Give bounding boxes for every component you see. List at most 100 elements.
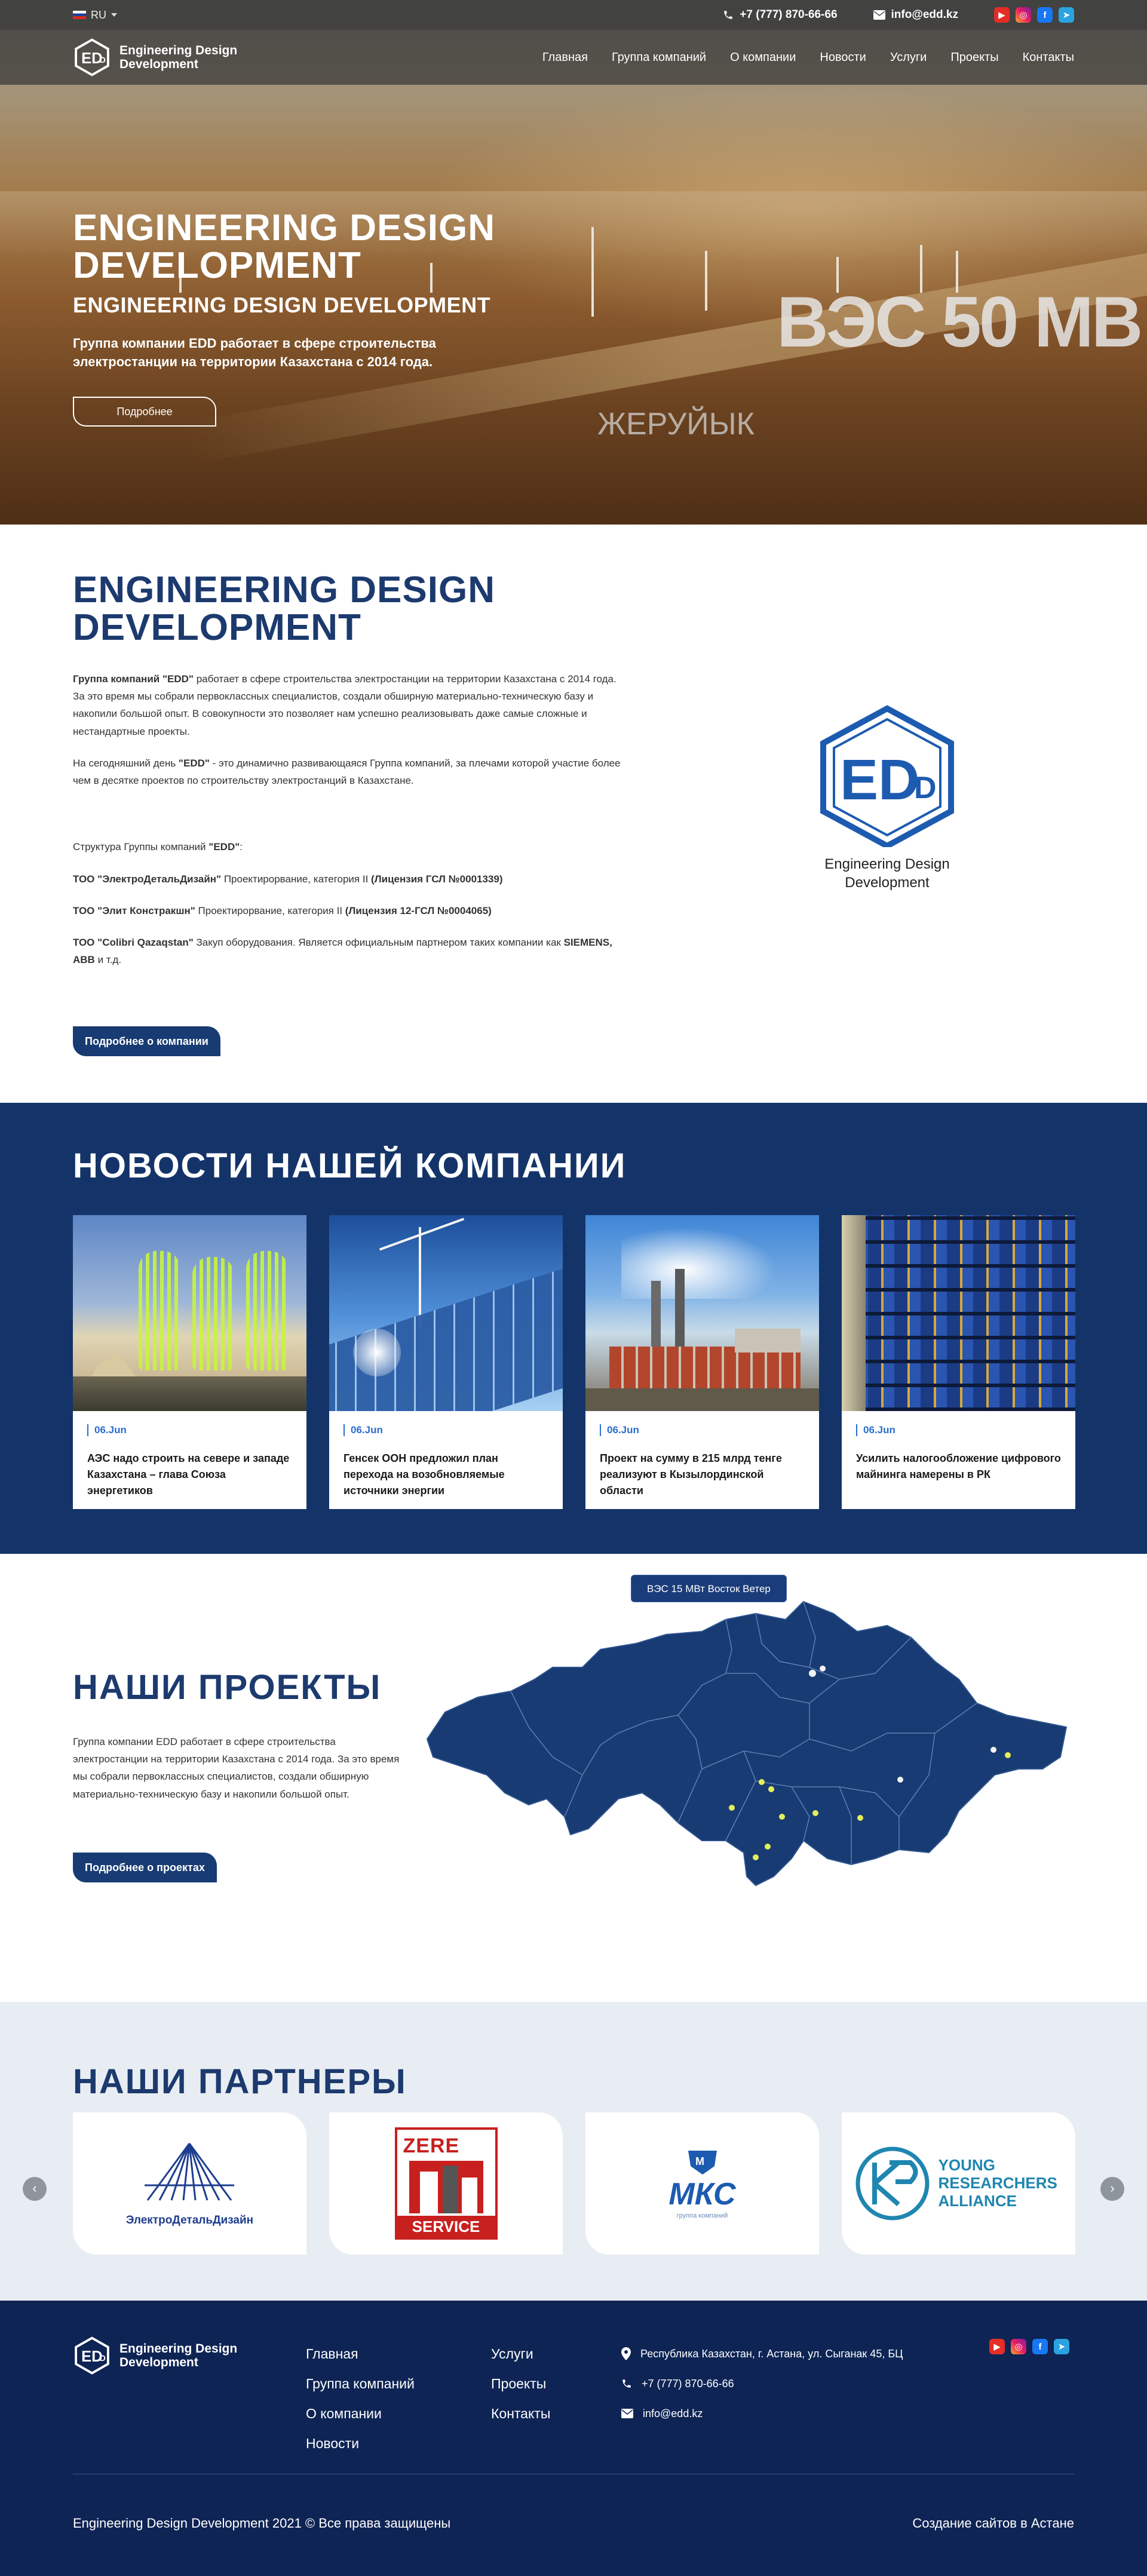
edd-logo-icon: ED D: [75, 2336, 109, 2375]
facebook-icon[interactable]: f: [1032, 2339, 1048, 2354]
about-logo-line-2: Development: [845, 875, 930, 891]
nav-item-news[interactable]: Новости: [820, 51, 866, 65]
news-card[interactable]: 06.Jun АЭС надо строить на севере и запа…: [73, 1215, 306, 1509]
nav-item-projects[interactable]: Проекты: [950, 51, 998, 65]
news-title-text: Генсек ООН предложил план перехода на во…: [344, 1452, 505, 1496]
hero-photo-caption: ЖЕРУЙЫК: [597, 407, 755, 441]
project-marker[interactable]: [1005, 1752, 1011, 1758]
partner-subtitle: группа компаний: [676, 2212, 728, 2219]
project-marker[interactable]: [812, 1810, 818, 1816]
project-marker[interactable]: [820, 1666, 826, 1672]
partners-title: НАШИ ПАРТНЕРЫ: [73, 2062, 407, 2101]
news-date: 06.Jun: [600, 1424, 819, 1436]
footer-nav-col-2: Услуги Проекты Контакты: [491, 2339, 550, 2428]
nav-item-about[interactable]: О компании: [730, 51, 796, 65]
mks-shield-icon: M: [688, 2150, 717, 2175]
footer-link-news[interactable]: Новости: [306, 2428, 415, 2458]
footer-link-home[interactable]: Главная: [306, 2339, 415, 2369]
electrodetaldesign-logo-icon: [145, 2142, 235, 2201]
partner-name-service: SERVICE: [397, 2216, 495, 2237]
project-marker[interactable]: [759, 1779, 765, 1785]
nav-item-contacts[interactable]: Контакты: [1023, 51, 1074, 65]
email-link[interactable]: info@edd.kz: [873, 8, 958, 22]
news-card[interactable]: 06.Jun Проект на сумму в 215 млрд тенге …: [585, 1215, 819, 1509]
projects-more-button[interactable]: Подробнее о проектах: [73, 1853, 217, 1882]
logo-line-2: Development: [119, 57, 198, 71]
youtube-icon[interactable]: ▶: [994, 7, 1010, 23]
phone-icon: [724, 11, 733, 19]
news-image-solar-wind: [329, 1215, 563, 1411]
email-text: info@edd.kz: [891, 8, 958, 21]
project-marker[interactable]: [990, 1747, 996, 1753]
facebook-icon[interactable]: f: [1037, 7, 1053, 23]
footer-socials: ▶ ◎ f ➤: [989, 2339, 1069, 2354]
footer-contacts: Республика Казахстан, г. Астана, ул. Сыг…: [621, 2339, 903, 2428]
about-more-button[interactable]: Подробнее о компании: [73, 1026, 220, 1056]
footer-logo[interactable]: ED D Engineering Design Development: [73, 2336, 237, 2375]
wind-turbine-icon: [705, 251, 707, 311]
hero-subtitle: ENGINEERING DESIGN DEVELOPMENT: [73, 293, 491, 318]
edd-logo-icon: ED D: [820, 705, 954, 850]
header-logo[interactable]: ED D Engineering Design Development: [73, 38, 237, 76]
project-marker[interactable]: [779, 1814, 785, 1820]
footer-link-group[interactable]: Группа компаний: [306, 2369, 415, 2399]
carousel-next-button[interactable]: ›: [1100, 2177, 1124, 2201]
project-marker[interactable]: [768, 1786, 774, 1792]
project-marker[interactable]: [765, 1844, 771, 1850]
carousel-prev-button[interactable]: ‹: [23, 2177, 47, 2201]
footer-link-services[interactable]: Услуги: [491, 2339, 550, 2369]
about-structure: Структура Группы компаний "EDD":: [73, 841, 243, 853]
svg-text:D: D: [100, 2353, 106, 2363]
footer-link-projects[interactable]: Проекты: [491, 2369, 550, 2399]
company-item: ТОО "Элит Констракшн" Проектирорвание, к…: [73, 904, 492, 916]
youtube-icon[interactable]: ▶: [989, 2339, 1005, 2354]
footer-phone-link[interactable]: +7 (777) 870-66-66: [621, 2369, 903, 2399]
instagram-icon[interactable]: ◎: [1016, 7, 1031, 23]
nav-item-services[interactable]: Услуги: [890, 51, 927, 65]
footer-link-about[interactable]: О компании: [306, 2399, 415, 2428]
about-text: Группа компаний "EDD" работает в сфере с…: [73, 670, 628, 983]
main-nav: Главная Группа компаний О компании Новос…: [542, 51, 1074, 65]
news-section: НОВОСТИ НАШЕЙ КОМПАНИИ 06.Jun АЭС надо с…: [0, 1103, 1147, 1554]
about-logo: ED D Engineering Design Development: [801, 704, 974, 892]
news-image-power-plant: [585, 1215, 819, 1411]
nav-item-home[interactable]: Главная: [542, 51, 588, 65]
news-image-cooling-towers: [73, 1215, 306, 1411]
project-marker[interactable]: [897, 1777, 903, 1783]
mail-icon: [873, 10, 885, 20]
language-switcher[interactable]: RU: [73, 9, 117, 22]
telegram-icon[interactable]: ➤: [1054, 2339, 1069, 2354]
project-marker[interactable]: [809, 1670, 816, 1677]
footer-logo-line-1: Engineering Design: [119, 2341, 238, 2356]
partner-card[interactable]: ZERE SERVICE: [329, 2112, 563, 2255]
footer-email-link[interactable]: info@edd.kz: [621, 2399, 903, 2428]
footer-address: Республика Казахстан, г. Астана, ул. Сыг…: [640, 2348, 903, 2360]
footer: ED D Engineering Design Development Глав…: [0, 2301, 1147, 2576]
instagram-icon[interactable]: ◎: [1011, 2339, 1026, 2354]
about-logo-line-1: Engineering Design: [824, 856, 950, 872]
phone-link[interactable]: +7 (777) 870-66-66: [723, 8, 838, 22]
kazakhstan-map[interactable]: [421, 1578, 1078, 1912]
partner-card[interactable]: ЭлектроДетальДизайн: [73, 2112, 306, 2255]
partner-card[interactable]: M МКС группа компаний: [585, 2112, 819, 2255]
project-marker[interactable]: [857, 1815, 863, 1821]
chevron-down-icon: [111, 13, 117, 17]
hero-more-button[interactable]: Подробнее: [73, 397, 216, 427]
project-marker[interactable]: [753, 1854, 759, 1860]
footer-link-contacts[interactable]: Контакты: [491, 2399, 550, 2428]
footer-made-by-link[interactable]: Создание сайтов в Астане: [912, 2516, 1074, 2531]
logo-line-1: Engineering Design: [119, 43, 238, 57]
russia-flag-icon: [73, 11, 86, 19]
edd-logo-icon: ED D: [75, 38, 109, 76]
news-title-text: Проект на сумму в 215 млрд тенге реализу…: [600, 1452, 782, 1496]
partner-card[interactable]: YOUNG RESEARCHERS ALLIANCE: [842, 2112, 1075, 2255]
nav-item-group[interactable]: Группа компаний: [612, 51, 706, 65]
news-card[interactable]: 06.Jun Генсек ООН предложил план переход…: [329, 1215, 563, 1509]
partner-name-zere: ZERE: [403, 2135, 460, 2157]
company-item: ТОО "Colibri Qazaqstan" Закуп оборудован…: [73, 937, 612, 966]
news-card[interactable]: 06.Jun Усилить налогообложение цифрового…: [842, 1215, 1075, 1509]
telegram-icon[interactable]: ➤: [1059, 7, 1074, 23]
footer-nav-col-1: Главная Группа компаний О компании Новос…: [306, 2339, 415, 2458]
news-title-text: АЭС надо строить на севере и западе Каза…: [87, 1452, 290, 1496]
project-marker[interactable]: [729, 1805, 735, 1811]
